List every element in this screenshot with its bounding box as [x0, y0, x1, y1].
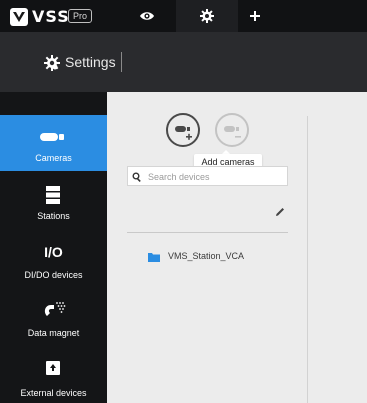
search-box [127, 166, 288, 186]
page-header: Settings [0, 32, 367, 92]
gear-icon [44, 55, 60, 71]
camera-icon [40, 133, 64, 141]
search-icon [132, 172, 141, 182]
pencil-icon [276, 208, 284, 216]
sidebar-item-label: Stations [37, 211, 70, 221]
column-divider [307, 116, 308, 403]
add-camera-icon [175, 126, 192, 140]
folder-icon [148, 253, 160, 262]
plus-icon [250, 11, 260, 21]
sidebar: Cameras Stations I/O DI/DO devices Data … [0, 92, 107, 403]
sidebar-item-cameras[interactable]: Cameras [0, 115, 107, 171]
sidebar-item-label: DI/DO devices [24, 270, 83, 280]
remove-camera-icon [224, 126, 241, 138]
header-divider [121, 52, 122, 72]
sidebar-item-label: External devices [20, 388, 87, 398]
vivotek-logo-icon [10, 8, 28, 26]
magnet-icon [44, 302, 66, 316]
tab-settings[interactable] [176, 0, 238, 32]
server-icon [46, 186, 60, 204]
external-device-icon [46, 361, 60, 375]
edit-button[interactable] [274, 205, 286, 217]
edition-badge: Pro [68, 9, 93, 23]
add-camera-button[interactable] [166, 113, 200, 147]
tree-item-label: VMS_Station_VCA [168, 251, 245, 261]
eye-icon [140, 12, 154, 20]
top-bar: VSS Pro [0, 0, 367, 32]
io-icon: I/O [44, 244, 63, 260]
sidebar-item-data-magnet[interactable]: Data magnet [0, 290, 107, 346]
tree-item-station[interactable]: VMS_Station_VCA [148, 250, 288, 264]
app-brand: VSS [32, 7, 70, 26]
tab-live[interactable] [118, 0, 176, 32]
remove-camera-button[interactable] [215, 113, 249, 147]
search-input[interactable] [148, 169, 284, 184]
sidebar-item-label: Cameras [35, 153, 72, 163]
sidebar-item-label: Data magnet [27, 328, 80, 338]
tab-add[interactable] [238, 0, 272, 32]
sidebar-item-stations[interactable]: Stations [0, 174, 107, 230]
list-divider [127, 232, 288, 233]
sidebar-item-external-devices[interactable]: External devices [0, 348, 107, 403]
page-title: Settings [65, 54, 116, 70]
sidebar-item-dido-devices[interactable]: I/O DI/DO devices [0, 232, 107, 288]
gear-icon [200, 9, 214, 23]
